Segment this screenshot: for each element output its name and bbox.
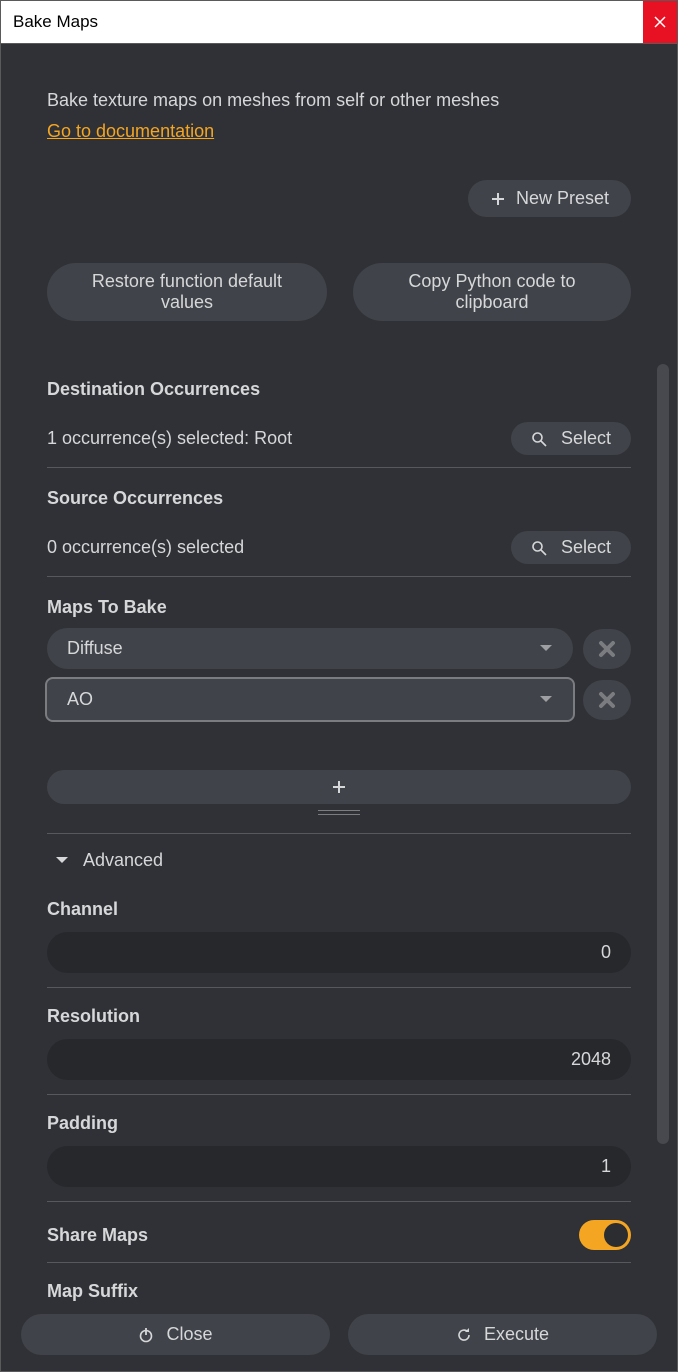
execute-label: Execute (484, 1324, 549, 1345)
map-suffix-label: Map Suffix (47, 1281, 631, 1302)
plus-icon (490, 191, 506, 207)
refresh-icon (456, 1327, 472, 1343)
chevron-down-icon (55, 856, 69, 866)
restore-defaults-button[interactable]: Restore function default values (47, 263, 327, 321)
destination-occurrences-title: Destination Occurrences (47, 379, 631, 400)
plus-icon (331, 779, 347, 795)
resolution-input[interactable] (47, 1039, 631, 1080)
bake-maps-window: Bake Maps Bake texture maps on meshes fr… (0, 0, 678, 1372)
copy-python-button[interactable]: Copy Python code to clipboard (353, 263, 631, 321)
padding-input[interactable] (47, 1146, 631, 1187)
share-maps-label: Share Maps (47, 1225, 148, 1246)
remove-map-button[interactable] (583, 629, 631, 669)
toggle-knob (604, 1223, 628, 1247)
map-dropdown-label: Diffuse (67, 638, 123, 659)
chevron-down-icon (539, 695, 553, 705)
new-preset-button[interactable]: New Preset (468, 180, 631, 217)
documentation-link[interactable]: Go to documentation (47, 121, 214, 142)
source-status-text: 0 occurrence(s) selected (47, 537, 244, 558)
map-dropdown-diffuse[interactable]: Diffuse (47, 628, 573, 669)
close-icon (598, 691, 616, 709)
restore-defaults-label: Restore function default values (69, 271, 305, 313)
close-button[interactable]: Close (21, 1314, 330, 1355)
destination-select-label: Select (561, 428, 611, 449)
remove-map-button[interactable] (583, 680, 631, 720)
window-close-button[interactable] (643, 1, 677, 43)
source-select-button[interactable]: Select (511, 531, 631, 564)
padding-label: Padding (47, 1113, 631, 1134)
channel-input[interactable] (47, 932, 631, 973)
scroll-region[interactable]: Destination Occurrences 1 occurrence(s) … (1, 359, 677, 1302)
maps-to-bake-title: Maps To Bake (47, 597, 631, 618)
destination-select-button[interactable]: Select (511, 422, 631, 455)
resolution-label: Resolution (47, 1006, 631, 1027)
add-map-button[interactable] (47, 770, 631, 804)
titlebar: Bake Maps (1, 1, 677, 44)
close-icon (598, 640, 616, 658)
map-dropdown-label: AO (67, 689, 93, 710)
copy-python-label: Copy Python code to clipboard (375, 271, 609, 313)
close-label: Close (166, 1324, 212, 1345)
new-preset-label: New Preset (516, 188, 609, 209)
source-select-label: Select (561, 537, 611, 558)
description-text: Bake texture maps on meshes from self or… (47, 90, 631, 111)
content-area: Bake texture maps on meshes from self or… (1, 44, 677, 1371)
source-occurrences-title: Source Occurrences (47, 488, 631, 509)
search-icon (531, 540, 547, 556)
footer: Close Execute (1, 1302, 677, 1371)
channel-label: Channel (47, 899, 631, 920)
advanced-label: Advanced (83, 850, 163, 871)
map-dropdown-ao[interactable]: AO (47, 679, 573, 720)
share-maps-toggle[interactable] (579, 1220, 631, 1250)
resize-grip[interactable] (318, 810, 360, 815)
destination-status-text: 1 occurrence(s) selected: Root (47, 428, 292, 449)
search-icon (531, 431, 547, 447)
chevron-down-icon (539, 644, 553, 654)
power-icon (138, 1327, 154, 1343)
window-title: Bake Maps (1, 12, 98, 32)
advanced-toggle[interactable]: Advanced (47, 834, 631, 881)
execute-button[interactable]: Execute (348, 1314, 657, 1355)
